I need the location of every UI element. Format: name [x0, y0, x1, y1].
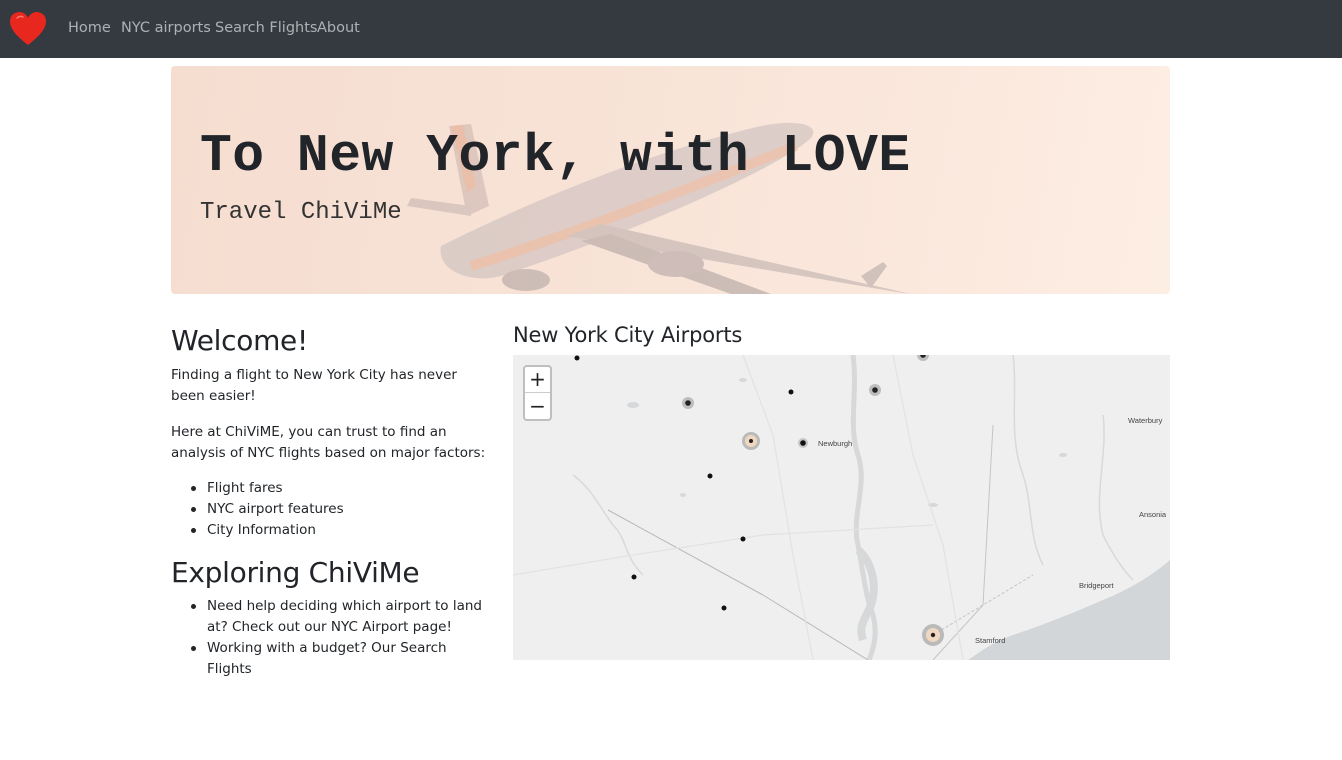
hero-banner: To New York, with LOVE Travel ChiViMe	[171, 66, 1170, 294]
airport-marker[interactable]	[721, 605, 727, 611]
heart-icon[interactable]	[9, 11, 47, 47]
airport-marker[interactable]	[740, 536, 746, 542]
exploring-heading: Exploring ChiViMe	[171, 556, 420, 589]
airports-map[interactable]: Newburgh Waterbury Ansonia Bridgeport St…	[513, 355, 1170, 660]
airport-marker[interactable]	[574, 355, 580, 361]
airport-marker[interactable]	[742, 432, 760, 450]
map-label-ansonia: Ansonia	[1139, 510, 1167, 519]
exploring-list: Need help deciding which airport to land…	[189, 596, 489, 680]
welcome-heading: Welcome!	[171, 324, 308, 357]
welcome-paragraph-1: Finding a flight to New York City has ne…	[171, 367, 457, 404]
nav-link-home[interactable]: Home	[68, 20, 111, 36]
zoom-in-button[interactable]: +	[525, 367, 550, 393]
factors-list: Flight fares NYC airport features City I…	[189, 478, 344, 541]
list-item: NYC airport features	[189, 499, 344, 520]
airport-marker[interactable]	[922, 624, 944, 646]
zoom-out-button[interactable]: −	[525, 394, 550, 420]
welcome-paragraph-2: Here at ChiViME, you can trust to find a…	[171, 424, 486, 461]
list-item: Need help deciding which airport to land…	[189, 596, 489, 638]
map-label-stamford: Stamford	[975, 636, 1006, 645]
nav-link-about[interactable]: About	[317, 20, 360, 36]
hero-title: To New York, with LOVE	[200, 126, 911, 186]
map-heading: New York City Airports	[513, 323, 743, 347]
map-label-bridgeport: Bridgeport	[1079, 581, 1114, 590]
airport-marker[interactable]	[869, 384, 881, 396]
hero-subtitle: Travel ChiViMe	[200, 199, 402, 226]
map-label-waterbury: Waterbury	[1128, 416, 1163, 425]
navbar: Home NYC airports Search Flights About	[0, 0, 1342, 58]
airport-marker[interactable]	[788, 389, 794, 395]
airport-marker[interactable]	[682, 397, 694, 409]
list-item: Working with a budget? Our Search Flight…	[189, 638, 489, 680]
nav-link-nyc-airports[interactable]: NYC airports	[121, 20, 211, 36]
list-item: City Information	[189, 520, 344, 541]
airport-marker[interactable]	[798, 438, 808, 448]
nav-link-search-flights[interactable]: Search Flights	[215, 20, 317, 36]
airport-marker[interactable]	[631, 574, 637, 580]
map-tiles	[513, 355, 1170, 660]
airport-marker[interactable]	[707, 473, 713, 479]
list-item: Flight fares	[189, 478, 344, 499]
map-zoom-control: + −	[523, 365, 552, 421]
map-label-newburgh: Newburgh	[818, 439, 853, 448]
